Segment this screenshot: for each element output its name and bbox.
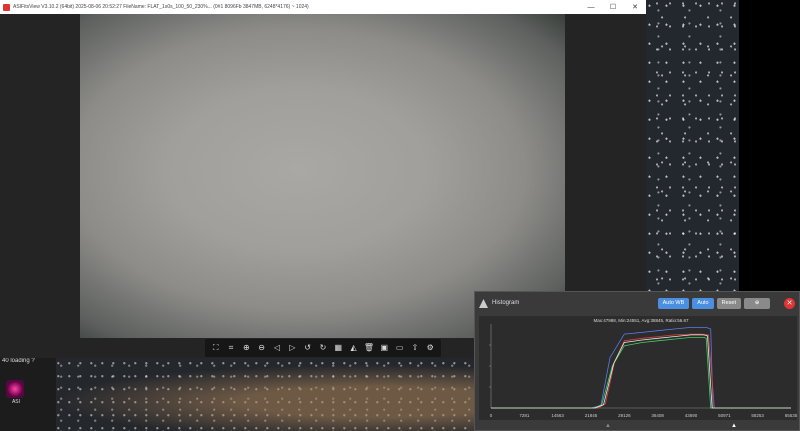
desktop-blank-area [739, 0, 800, 292]
zoom-out-icon[interactable]: ⊖ [256, 343, 267, 354]
desktop-label: 40 loading ? [2, 358, 35, 364]
app-shortcut-icon [6, 380, 24, 398]
crop-icon[interactable]: ⌗ [225, 343, 236, 354]
delete-icon[interactable]: 🗑 [363, 343, 374, 354]
histogram-series-1 [491, 333, 791, 409]
desktop-app-shortcut[interactable]: ASI [6, 380, 26, 406]
x-tick-label: 50971 [718, 413, 731, 418]
fit-frame-icon[interactable]: ⛶ [210, 343, 221, 354]
black-point-handle[interactable]: ▲ [605, 423, 611, 429]
image-viewer[interactable] [80, 14, 565, 338]
level-markers: ▲ ▲ [475, 423, 800, 431]
app-logo-icon [3, 3, 10, 11]
viewer-toolbar: ⛶ ⌗ ⊕ ⊖ ◁ ▷ ↺ ↻ ▦ ◭ 🗑 ▣ ▭ ⇧ ⚙ [205, 339, 441, 357]
zoom-in-icon[interactable]: ⊕ [241, 343, 252, 354]
x-tick-label: 43690 [685, 413, 698, 418]
desktop: 40 loading ? ASI ASIFitsView V3.10.2 (64… [0, 0, 800, 431]
window-title: ASIFitsView V3.10.2 (64bit) 2025-08-06 2… [13, 4, 309, 10]
histogram-series-0 [491, 327, 791, 409]
previous-icon[interactable]: ◁ [271, 343, 282, 354]
histogram-series-3 [491, 334, 791, 409]
histogram-series-2 [491, 337, 791, 409]
next-icon[interactable]: ▷ [287, 343, 298, 354]
settings-icon[interactable]: ⚙ [425, 343, 436, 354]
x-tick-label: 29126 [618, 413, 631, 418]
reset-button[interactable]: Reset [716, 297, 741, 309]
close-window-button[interactable]: ✕ [624, 3, 646, 11]
auto-wb-button[interactable]: Auto WB [657, 297, 690, 309]
title-bar[interactable]: ASIFitsView V3.10.2 (64bit) 2025-08-06 2… [0, 0, 646, 14]
histogram-plot: Max:47988, Min:24551, Avg:38845, Ratio:5… [479, 316, 797, 420]
histogram-header: Histogram Auto WB Auto Reset ⊕ ✕ [475, 292, 799, 314]
rotate-right-icon[interactable]: ↻ [317, 343, 328, 354]
x-tick-label: 0 [490, 413, 493, 418]
white-point-handle[interactable]: ▲ [731, 423, 737, 429]
histogram-panel: Histogram Auto WB Auto Reset ⊕ ✕ Max:479… [474, 291, 800, 431]
save-icon[interactable]: ▣ [379, 343, 390, 354]
image-icon[interactable]: ▭ [394, 343, 405, 354]
auto-button[interactable]: Auto [692, 297, 714, 309]
histogram-zoom-button[interactable]: ⊕ [744, 297, 770, 309]
rotate-left-icon[interactable]: ↺ [302, 343, 313, 354]
histogram-chart: Max:47988, Min:24551, Avg:38845, Ratio:5… [489, 318, 797, 418]
x-tick-label: 21845 [585, 413, 598, 418]
debayer-icon[interactable]: ▦ [333, 343, 344, 354]
x-tick-label: 14563 [551, 413, 564, 418]
histogram-icon [479, 298, 488, 308]
export-icon[interactable]: ⇧ [409, 343, 420, 354]
close-histogram-button[interactable]: ✕ [784, 297, 795, 309]
histogram-stats: Max:47988, Min:24551, Avg:38845, Ratio:5… [594, 318, 689, 323]
histogram-title: Histogram [492, 300, 520, 306]
x-tick-label: 58253 [751, 413, 764, 418]
maximize-button[interactable]: ☐ [602, 3, 624, 11]
x-tick-label: 7281 [519, 413, 530, 418]
desktop-wallpaper-bottom [0, 358, 480, 431]
x-tick-label: 36408 [651, 413, 664, 418]
app-shortcut-label: ASI [11, 399, 21, 405]
x-tick-label: 65535 [785, 413, 797, 418]
histogram-icon[interactable]: ◭ [348, 343, 359, 354]
minimize-button[interactable]: — [580, 4, 602, 11]
